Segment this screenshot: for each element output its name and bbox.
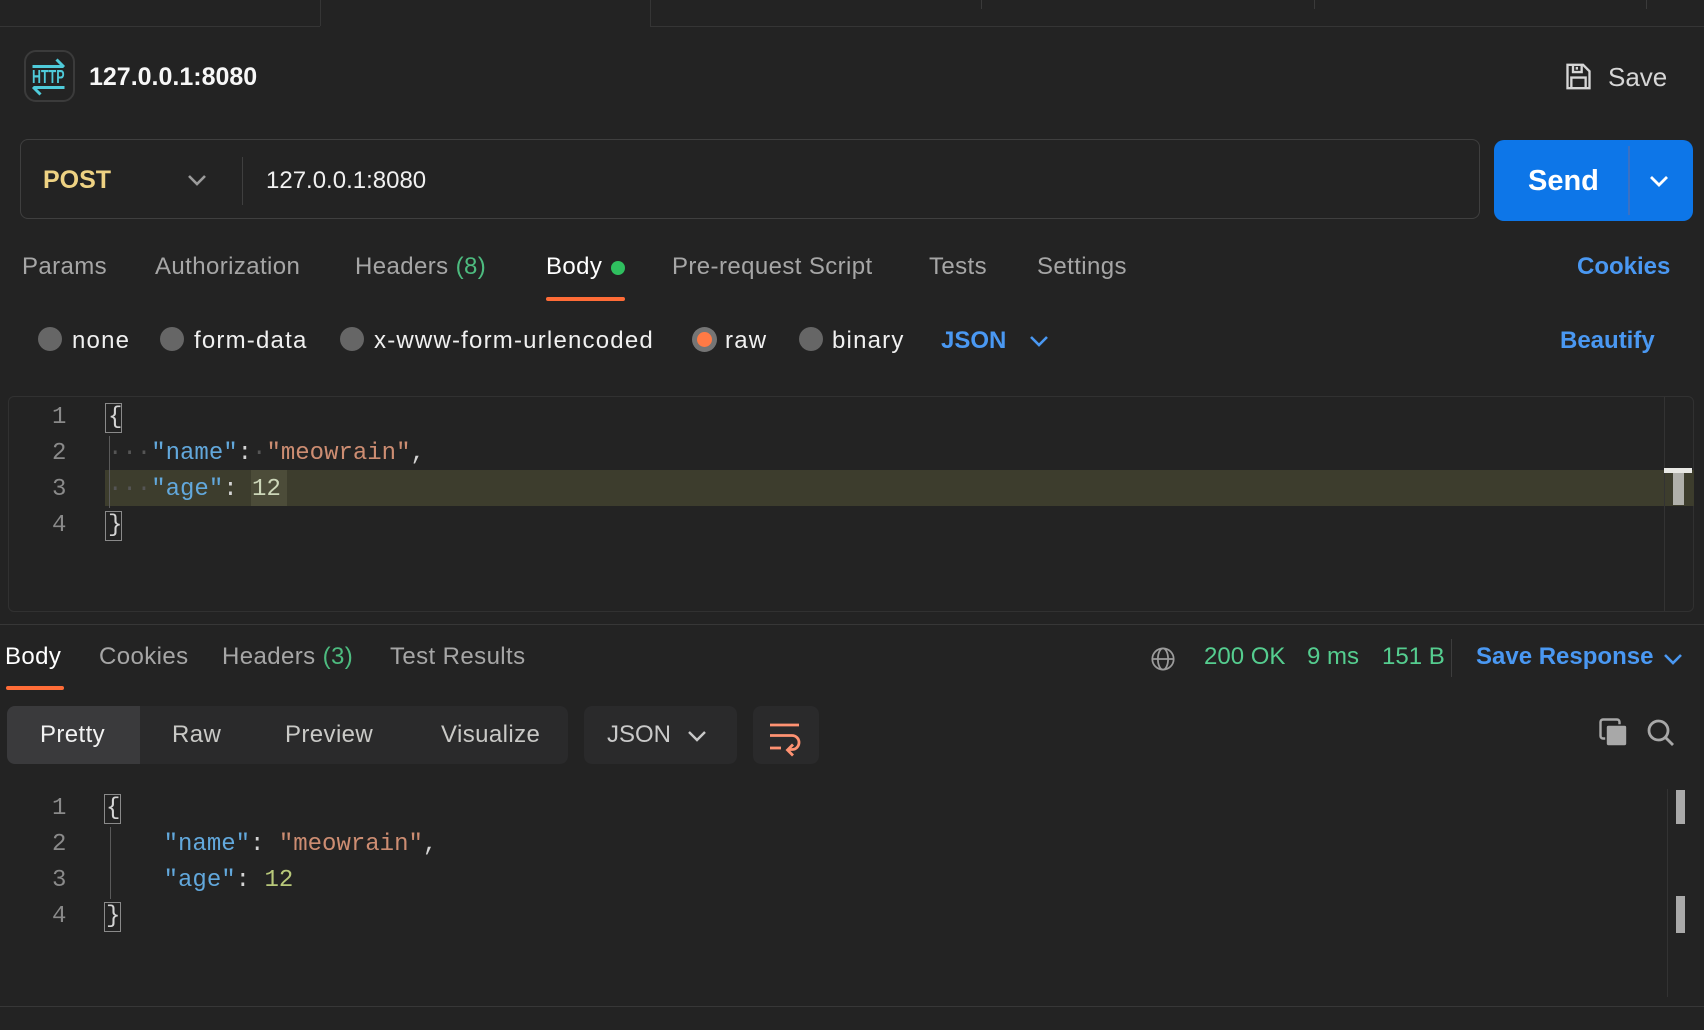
svg-text:HTTP: HTTP: [32, 66, 65, 87]
